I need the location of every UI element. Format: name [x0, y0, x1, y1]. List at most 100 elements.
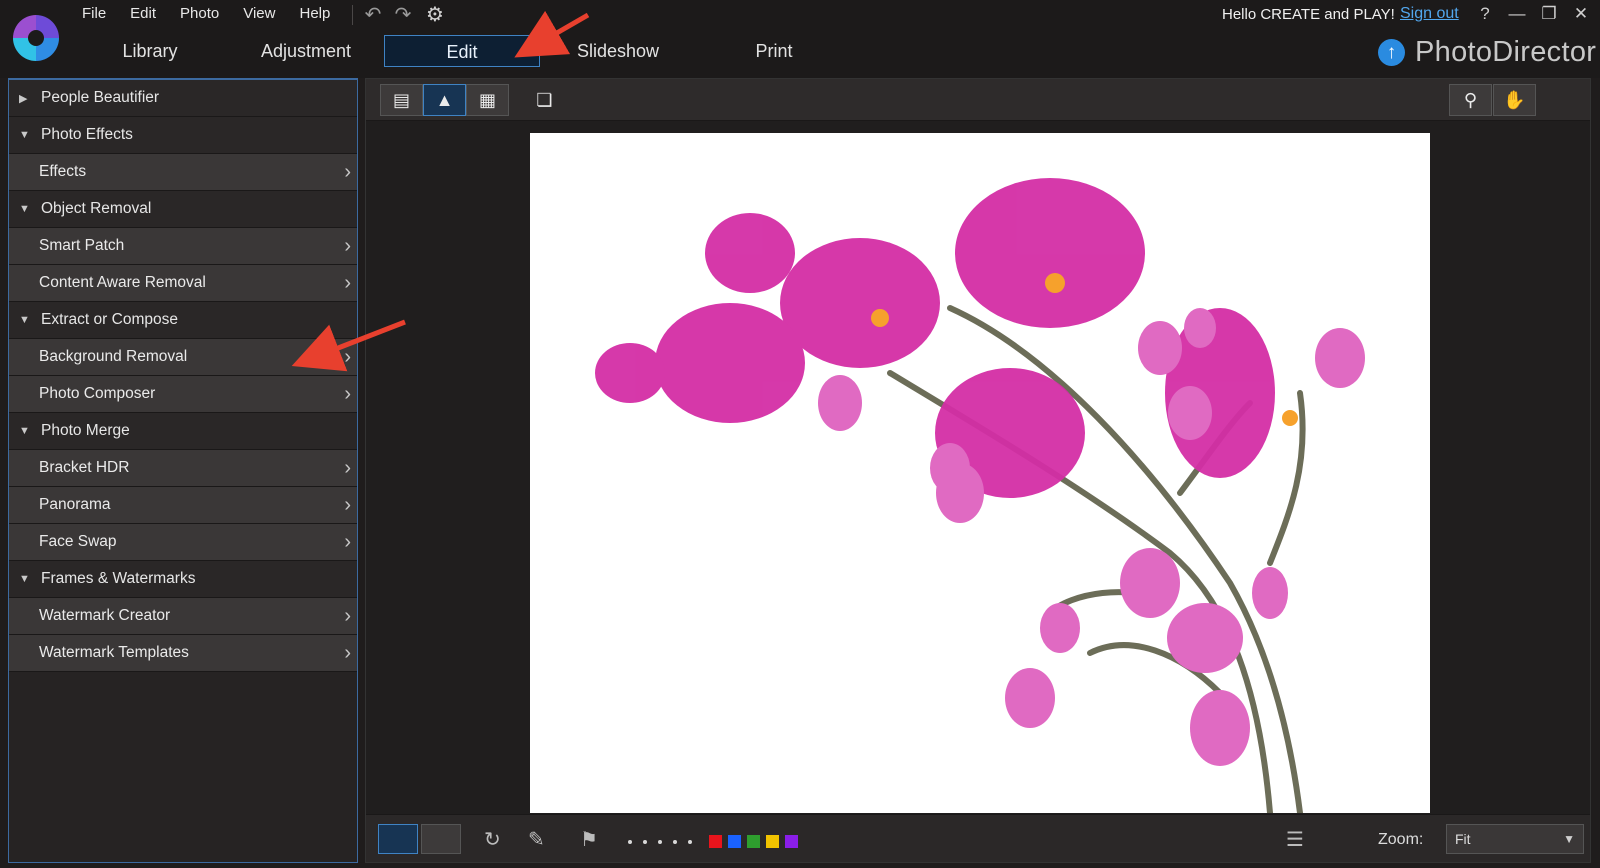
chevron-right-icon: › [344, 605, 351, 627]
second-display-button[interactable]: ❏ [523, 84, 566, 116]
title-bar: File Edit Photo View Help ↶ ↷ ⚙ Library … [0, 0, 1600, 78]
menu-bar: File Edit Photo View Help [70, 3, 342, 25]
browser-view-button[interactable]: ▤ [380, 84, 423, 116]
pan-hand-icon: ✋ [1503, 90, 1526, 110]
chevron-right-icon: › [344, 383, 351, 405]
sidebar-item-label: Watermark Templates [39, 644, 189, 661]
rating-dot[interactable] [658, 840, 662, 844]
bottom-toolbar: ↻ ✎ ⚑ ☰ Zoom: Fit ▼ [366, 814, 1590, 862]
tool-photo-composer[interactable]: Photo Composer › [9, 376, 357, 413]
browser-view-icon: ▤ [392, 90, 410, 110]
triangle-down-icon: ▼ [19, 314, 30, 326]
triangle-down-icon: ▼ [19, 425, 30, 437]
grid-view-icon: ▦ [478, 90, 496, 110]
edit-tools-panel: ▶ People Beautifier ▼ Photo Effects Effects ›… [8, 78, 358, 863]
sidebar-item-label: Photo Composer [39, 385, 156, 402]
minimize-icon[interactable]: — [1506, 4, 1528, 24]
help-button[interactable]: ? [1474, 4, 1496, 24]
sidebar-item-label: Effects [39, 163, 87, 180]
settings-icon[interactable]: ⚙ [424, 4, 446, 26]
tab-edit[interactable]: Edit [384, 35, 540, 67]
rating-dot[interactable] [688, 840, 692, 844]
color-label-green[interactable] [747, 835, 760, 848]
sign-out-link[interactable]: Sign out [1400, 5, 1459, 23]
brand: ↑ PhotoDirector [1378, 36, 1596, 69]
chevron-right-icon: › [344, 161, 351, 183]
tab-print[interactable]: Print [696, 35, 852, 67]
sidebar-item-label: Face Swap [39, 533, 117, 550]
tool-effects[interactable]: Effects › [9, 154, 357, 191]
view-toolbar: ▤ ▲ ▦ ❏ ⚲ ✋ [366, 79, 1590, 121]
section-extract-or-compose[interactable]: ▼ Extract or Compose [9, 302, 357, 339]
tool-face-swap[interactable]: Face Swap › [9, 524, 357, 561]
restore-icon[interactable]: ❐ [1538, 4, 1560, 24]
tool-background-removal[interactable]: Background Removal › [9, 339, 357, 376]
section-object-removal[interactable]: ▼ Object Removal [9, 191, 357, 228]
menu-photo[interactable]: Photo [168, 3, 231, 25]
chevron-right-icon: › [344, 457, 351, 479]
triangle-down-icon: ▼ [19, 573, 30, 585]
tab-adjustment[interactable]: Adjustment [228, 35, 384, 67]
menu-file[interactable]: File [70, 3, 118, 25]
tool-smart-patch[interactable]: Smart Patch › [9, 228, 357, 265]
grid-view-button[interactable]: ▦ [466, 84, 509, 116]
single-view-mode-button[interactable] [378, 824, 418, 854]
sort-menu-icon[interactable]: ☰ [1286, 827, 1304, 852]
rating-dot[interactable] [673, 840, 677, 844]
photo-preview[interactable] [530, 133, 1430, 816]
brand-name: PhotoDirector [1415, 36, 1597, 68]
toolbar-divider [352, 5, 353, 25]
rating-dot[interactable] [643, 840, 647, 844]
single-view-button[interactable]: ▲ [423, 84, 466, 116]
module-tabs: Library Adjustment Edit Slideshow Print [72, 35, 852, 67]
sidebar-item-label: Extract or Compose [41, 311, 178, 328]
main-area: ▤ ▲ ▦ ❏ ⚲ ✋ ↻ ✎ ⚑ ☰ Zoom: Fit ▼ [365, 78, 1591, 863]
color-label-yellow[interactable] [766, 835, 779, 848]
sidebar-item-label: Smart Patch [39, 237, 125, 254]
zoom-dropdown[interactable]: Fit ▼ [1446, 824, 1584, 854]
sidebar-item-label: Background Removal [39, 348, 188, 365]
zoom-tool-icon: ⚲ [1463, 90, 1478, 110]
color-label-purple[interactable] [785, 835, 798, 848]
greeting-text: Hello CREATE and PLAY! [1222, 6, 1395, 23]
tool-content-aware-removal[interactable]: Content Aware Removal › [9, 265, 357, 302]
sidebar-item-label: Photo Effects [41, 126, 133, 143]
undo-icon[interactable]: ↶ [362, 4, 384, 26]
menu-view[interactable]: View [231, 3, 287, 25]
tool-watermark-templates[interactable]: Watermark Templates › [9, 635, 357, 672]
compare-view-button[interactable] [421, 824, 461, 854]
section-frames-watermarks[interactable]: ▼ Frames & Watermarks [9, 561, 357, 598]
sidebar-item-label: Frames & Watermarks [41, 570, 196, 587]
section-photo-merge[interactable]: ▼ Photo Merge [9, 413, 357, 450]
close-icon[interactable]: ✕ [1570, 4, 1592, 24]
zoom-tool-button[interactable]: ⚲ [1449, 84, 1492, 116]
section-people-beautifier[interactable]: ▶ People Beautifier [9, 80, 357, 117]
color-label-blue[interactable] [728, 835, 741, 848]
edit-brush-icon[interactable]: ✎ [528, 827, 545, 852]
sidebar-item-label: Photo Merge [41, 422, 130, 439]
chevron-right-icon: › [344, 235, 351, 257]
menu-edit[interactable]: Edit [118, 3, 168, 25]
chevron-right-icon: › [344, 494, 351, 516]
flag-icon[interactable]: ⚑ [580, 827, 598, 852]
tab-slideshow[interactable]: Slideshow [540, 35, 696, 67]
sidebar-item-label: Content Aware Removal [39, 274, 206, 291]
rotate-icon[interactable]: ↻ [484, 827, 501, 852]
tab-library[interactable]: Library [72, 35, 228, 67]
menu-help[interactable]: Help [287, 3, 342, 25]
section-photo-effects[interactable]: ▼ Photo Effects [9, 117, 357, 154]
upgrade-icon[interactable]: ↑ [1378, 39, 1405, 66]
chevron-right-icon: › [344, 272, 351, 294]
tool-panorama[interactable]: Panorama › [9, 487, 357, 524]
tool-bracket-hdr[interactable]: Bracket HDR › [9, 450, 357, 487]
tool-watermark-creator[interactable]: Watermark Creator › [9, 598, 357, 635]
sidebar-item-label: Object Removal [41, 200, 152, 217]
chevron-right-icon: › [344, 642, 351, 664]
sidebar-item-label: People Beautifier [41, 89, 160, 106]
redo-icon[interactable]: ↷ [392, 4, 414, 26]
zoom-label: Zoom: [1378, 831, 1424, 848]
color-label-red[interactable] [709, 835, 722, 848]
chevron-right-icon: › [344, 531, 351, 553]
pan-tool-button[interactable]: ✋ [1493, 84, 1536, 116]
rating-dot[interactable] [628, 840, 632, 844]
